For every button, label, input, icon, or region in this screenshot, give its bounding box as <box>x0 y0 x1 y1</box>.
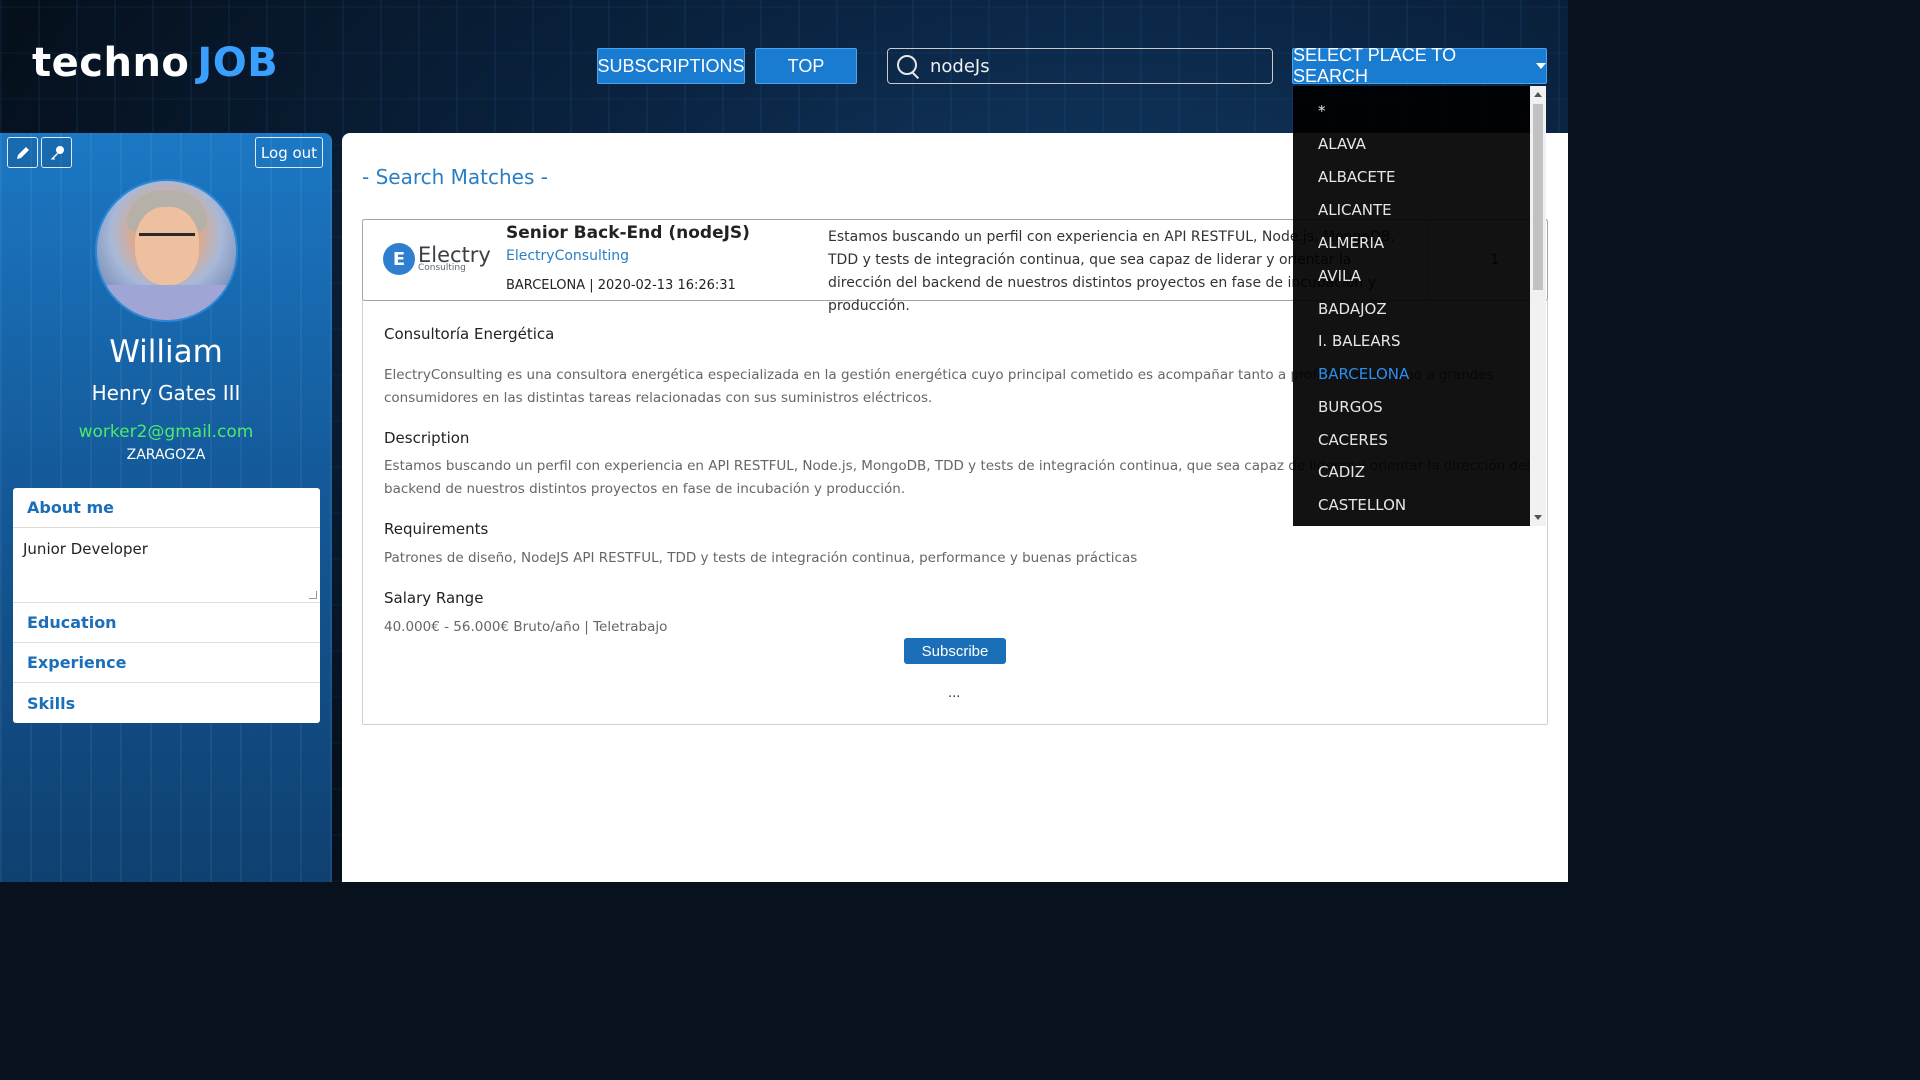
description-label: Description <box>384 429 470 447</box>
about-me-text: Junior Developer <box>23 540 148 558</box>
logout-button[interactable]: Log out <box>255 137 323 168</box>
logo[interactable]: techno JOB <box>32 40 278 86</box>
user-email: worker2@gmail.com <box>78 422 254 442</box>
requirements-label: Requirements <box>384 520 489 538</box>
dropdown-option[interactable]: I. BALEARS <box>1318 332 1401 350</box>
dropdown-option[interactable]: CASTELLON <box>1318 496 1406 514</box>
profile-card: About me Junior Developer Education Expe… <box>13 488 320 723</box>
company-name: Consultoría Energética <box>384 325 555 343</box>
search-input[interactable] <box>930 55 1250 77</box>
job-company-link[interactable]: ElectryConsulting <box>506 248 629 264</box>
dropdown-option[interactable]: ALMERIA <box>1318 234 1384 252</box>
ellipsis: ... <box>948 686 961 701</box>
scroll-thumb[interactable] <box>1533 104 1543 290</box>
dropdown-option[interactable]: AVILA <box>1318 267 1361 285</box>
search-icon <box>894 52 922 80</box>
top-button[interactable]: TOP <box>755 48 857 84</box>
pencil-icon <box>16 146 29 159</box>
job-meta: BARCELONA | 2020-02-13 16:26:31 <box>506 278 736 293</box>
logo-text: techno <box>32 40 190 86</box>
company-logo: E Electry Consulting <box>383 243 491 275</box>
edit-profile-button[interactable] <box>7 137 38 168</box>
chevron-down-icon <box>1536 63 1546 69</box>
page-title: - Search Matches - <box>362 165 548 189</box>
place-dropdown-menu: * ALAVA ALBACETE ALICANTE ALMERIA AVILA … <box>1293 86 1546 526</box>
user-last-name: Henry Gates III <box>91 381 241 405</box>
about-me-header[interactable]: About me <box>13 488 320 528</box>
resize-grip-icon[interactable] <box>309 591 317 599</box>
dropdown-scrollbar[interactable] <box>1530 86 1546 526</box>
salary-text: 40.000€ - 56.000€ Bruto/año | Teletrabaj… <box>384 619 668 635</box>
dropdown-option[interactable]: BURGOS <box>1318 398 1383 416</box>
logo-accent: JOB <box>197 40 279 86</box>
education-item[interactable]: Education <box>13 603 320 643</box>
dropdown-option[interactable]: CACERES <box>1318 431 1388 449</box>
dropdown-option[interactable]: ALICANTE <box>1318 201 1392 219</box>
dropdown-option[interactable]: BADAJOZ <box>1318 300 1387 318</box>
salary-label: Salary Range <box>384 589 484 607</box>
scroll-down-icon[interactable] <box>1534 515 1542 520</box>
scroll-up-icon[interactable] <box>1534 92 1542 97</box>
dropdown-option-active[interactable]: BARCELONA <box>1318 365 1409 383</box>
about-me-textarea[interactable]: Junior Developer <box>13 528 320 603</box>
user-city: ZARAGOZA <box>126 447 206 463</box>
job-title: Senior Back-End (nodeJS) <box>506 223 750 243</box>
select-place-button[interactable]: SELECT PLACE TO SEARCH <box>1292 45 1547 86</box>
dropdown-option[interactable]: CADIZ <box>1318 463 1365 481</box>
avatar <box>95 179 238 322</box>
dropdown-option[interactable]: ALBACETE <box>1318 168 1396 186</box>
change-password-button[interactable] <box>41 137 72 168</box>
search-box[interactable] <box>887 48 1273 84</box>
key-icon <box>50 145 64 160</box>
subscribe-button[interactable]: Subscribe <box>904 638 1006 664</box>
dropdown-option[interactable]: ALAVA <box>1318 135 1366 153</box>
dropdown-option[interactable]: * <box>1318 102 1326 120</box>
experience-item[interactable]: Experience <box>13 643 320 683</box>
company-logo-badge: E <box>383 243 415 275</box>
subscriptions-button[interactable]: SUBSCRIPTIONS <box>597 48 745 84</box>
user-first-name: William <box>109 334 223 370</box>
skills-item[interactable]: Skills <box>13 683 320 723</box>
select-place-label: SELECT PLACE TO SEARCH <box>1293 45 1457 86</box>
requirements-text: Patrones de diseño, NodeJS API RESTFUL, … <box>384 550 1138 566</box>
